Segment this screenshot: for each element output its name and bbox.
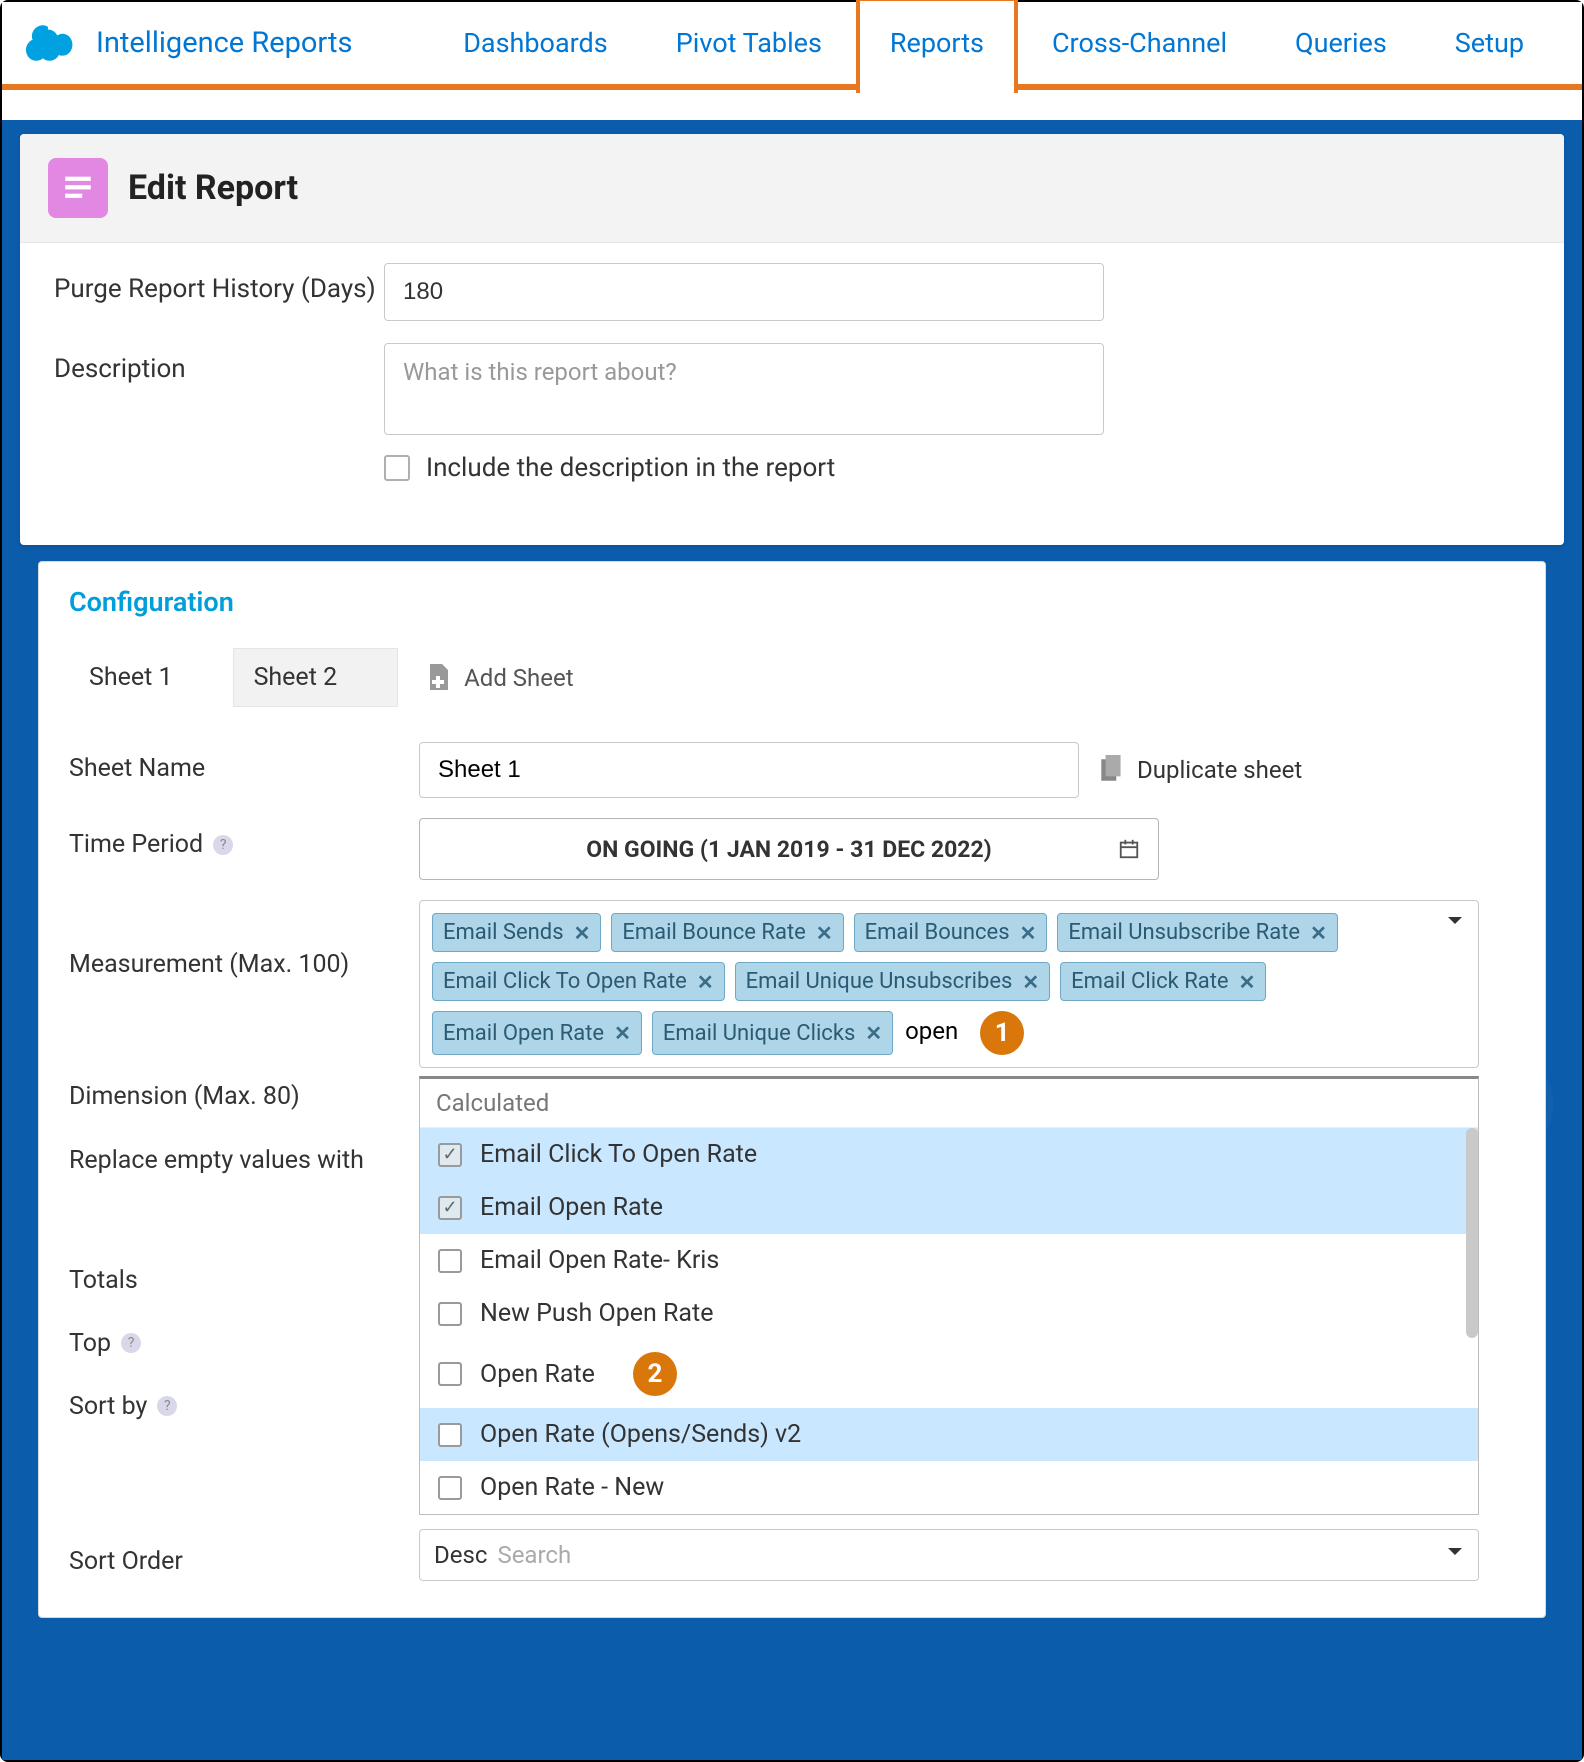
checkbox-checked-icon[interactable] <box>438 1143 462 1167</box>
sort-order-value: Desc <box>434 1541 487 1569</box>
checkbox-icon[interactable] <box>438 1362 462 1386</box>
sort-order-placeholder: Search <box>497 1541 571 1569</box>
add-page-icon <box>426 664 450 692</box>
include-description-checkbox[interactable] <box>384 455 410 481</box>
dropdown-item[interactable]: Email Click To Open Rate <box>420 1128 1478 1181</box>
chip-email-bounce-rate[interactable]: Email Bounce Rate✕ <box>611 913 843 952</box>
chip-remove-icon[interactable]: ✕ <box>614 1021 631 1045</box>
dropdown-item[interactable]: Email Open Rate- Kris <box>420 1234 1478 1287</box>
nav-queries[interactable]: Queries <box>1261 0 1421 89</box>
measurement-chips: Email Sends✕ Email Bounce Rate✕ Email Bo… <box>432 913 1428 1055</box>
edit-report-panel: Edit Report Purge Report History (Days) … <box>20 134 1564 545</box>
sheet-name-label: Sheet Name <box>69 742 419 783</box>
main-nav: Dashboards Pivot Tables Reports Cross-Ch… <box>429 0 1558 89</box>
checkbox-icon[interactable] <box>438 1476 462 1500</box>
chip-email-open-rate[interactable]: Email Open Rate✕ <box>432 1011 642 1055</box>
sheet-tabs: Sheet 1 Sheet 2 Add Sheet <box>69 648 1515 708</box>
duplicate-sheet-button[interactable]: Duplicate sheet <box>1099 755 1302 785</box>
include-description-label: Include the description in the report <box>426 453 835 483</box>
nav-reports[interactable]: Reports <box>856 0 1018 93</box>
purge-history-input[interactable] <box>384 263 1104 321</box>
description-textarea[interactable]: What is this report about? <box>384 343 1104 435</box>
chip-remove-icon[interactable]: ✕ <box>1310 921 1327 945</box>
help-icon[interactable]: ? <box>213 835 233 855</box>
checkbox-icon[interactable] <box>438 1423 462 1447</box>
totals-label: Totals <box>69 1266 364 1295</box>
chip-remove-icon[interactable]: ✕ <box>1022 970 1039 994</box>
help-icon[interactable]: ? <box>157 1396 177 1416</box>
brand-title: Intelligence Reports <box>96 26 352 60</box>
chip-remove-icon[interactable]: ✕ <box>1020 921 1037 945</box>
description-label: Description <box>54 343 384 387</box>
form-area: Purge Report History (Days) Description … <box>20 243 1564 545</box>
duplicate-icon <box>1099 755 1125 785</box>
chip-remove-icon[interactable]: ✕ <box>574 921 591 945</box>
callout-marker-1: 1 <box>980 1011 1024 1055</box>
chevron-down-icon <box>1448 917 1462 931</box>
top-label: Top? <box>69 1329 364 1358</box>
page-title: Edit Report <box>128 168 298 208</box>
sheet-tab-2[interactable]: Sheet 2 <box>233 648 399 707</box>
help-icon[interactable]: ? <box>121 1333 141 1353</box>
sheet-tab-1[interactable]: Sheet 1 <box>69 649 233 706</box>
measurement-dropdown: Calculated Email Click To Open Rate Emai… <box>419 1076 1479 1515</box>
dropdown-item[interactable]: Email Open Rate <box>420 1181 1478 1234</box>
top-nav-bar: Intelligence Reports Dashboards Pivot Ta… <box>2 2 1582 90</box>
chip-email-bounces[interactable]: Email Bounces✕ <box>854 913 1048 952</box>
nav-cross-channel[interactable]: Cross-Channel <box>1018 0 1261 89</box>
sort-order-label: Sort Order <box>69 1535 419 1576</box>
configuration-panel: Configuration Sheet 1 Sheet 2 Add Sheet … <box>38 561 1546 1618</box>
nav-dashboards[interactable]: Dashboards <box>429 0 642 89</box>
report-icon <box>48 158 108 218</box>
add-sheet-label: Add Sheet <box>464 664 573 692</box>
chip-remove-icon[interactable]: ✕ <box>1239 970 1256 994</box>
chip-email-click-rate[interactable]: Email Click Rate✕ <box>1060 962 1266 1001</box>
measurement-search-text[interactable]: open <box>903 1011 960 1055</box>
chip-email-unsub-rate[interactable]: Email Unsubscribe Rate✕ <box>1057 913 1337 952</box>
sort-order-select[interactable]: Desc Search <box>419 1529 1479 1581</box>
chip-remove-icon[interactable]: ✕ <box>865 1021 882 1045</box>
checkbox-checked-icon[interactable] <box>438 1196 462 1220</box>
dropdown-item[interactable]: New Push Open Rate <box>420 1287 1478 1340</box>
dropdown-item[interactable]: Open Rate2 <box>420 1340 1478 1408</box>
measurement-label: Measurement (Max. 100) <box>69 900 419 979</box>
nav-pivot-tables[interactable]: Pivot Tables <box>642 0 856 89</box>
measurement-multiselect[interactable]: Email Sends✕ Email Bounce Rate✕ Email Bo… <box>419 900 1479 1068</box>
sortby-label: Sort by? <box>69 1392 364 1421</box>
configuration-title: Configuration <box>39 562 1545 628</box>
duplicate-sheet-label: Duplicate sheet <box>1137 756 1302 784</box>
replace-empty-label: Replace empty values with <box>69 1145 364 1178</box>
dropdown-scroll[interactable]: Email Click To Open Rate Email Open Rate… <box>420 1128 1478 1514</box>
time-period-label: Time Period ? <box>69 818 419 859</box>
chip-email-click-open-rate[interactable]: Email Click To Open Rate✕ <box>432 962 725 1001</box>
chip-remove-icon[interactable]: ✕ <box>816 921 833 945</box>
calendar-icon <box>1118 838 1140 860</box>
page-background: Edit Report Purge Report History (Days) … <box>2 120 1582 1760</box>
panel-header: Edit Report <box>20 134 1564 243</box>
chip-email-unique-unsubs[interactable]: Email Unique Unsubscribes✕ <box>735 962 1051 1001</box>
checkbox-icon[interactable] <box>438 1249 462 1273</box>
add-sheet-button[interactable]: Add Sheet <box>426 664 573 692</box>
checkbox-icon[interactable] <box>438 1302 462 1326</box>
chip-email-unique-clicks[interactable]: Email Unique Clicks✕ <box>652 1011 893 1055</box>
callout-marker-2: 2 <box>633 1352 677 1396</box>
purge-history-label: Purge Report History (Days) <box>54 263 384 307</box>
chip-remove-icon[interactable]: ✕ <box>697 970 714 994</box>
time-period-selector[interactable]: ON GOING (1 JAN 2019 - 31 DEC 2022) <box>419 818 1159 880</box>
dropdown-group-header: Calculated <box>420 1079 1478 1128</box>
dropdown-item[interactable]: Open Rate - New <box>420 1461 1478 1514</box>
chip-email-sends[interactable]: Email Sends✕ <box>432 913 601 952</box>
time-period-value: ON GOING (1 JAN 2019 - 31 DEC 2022) <box>586 836 992 863</box>
nav-setup[interactable]: Setup <box>1421 0 1558 89</box>
salesforce-cloud-logo <box>26 24 80 62</box>
dimension-label: Dimension (Max. 80) <box>69 1082 364 1111</box>
dropdown-item[interactable]: Open Rate (Opens/Sends) v2 <box>420 1408 1478 1461</box>
sheet-name-input[interactable] <box>419 742 1079 798</box>
chevron-down-icon <box>1448 1548 1462 1562</box>
